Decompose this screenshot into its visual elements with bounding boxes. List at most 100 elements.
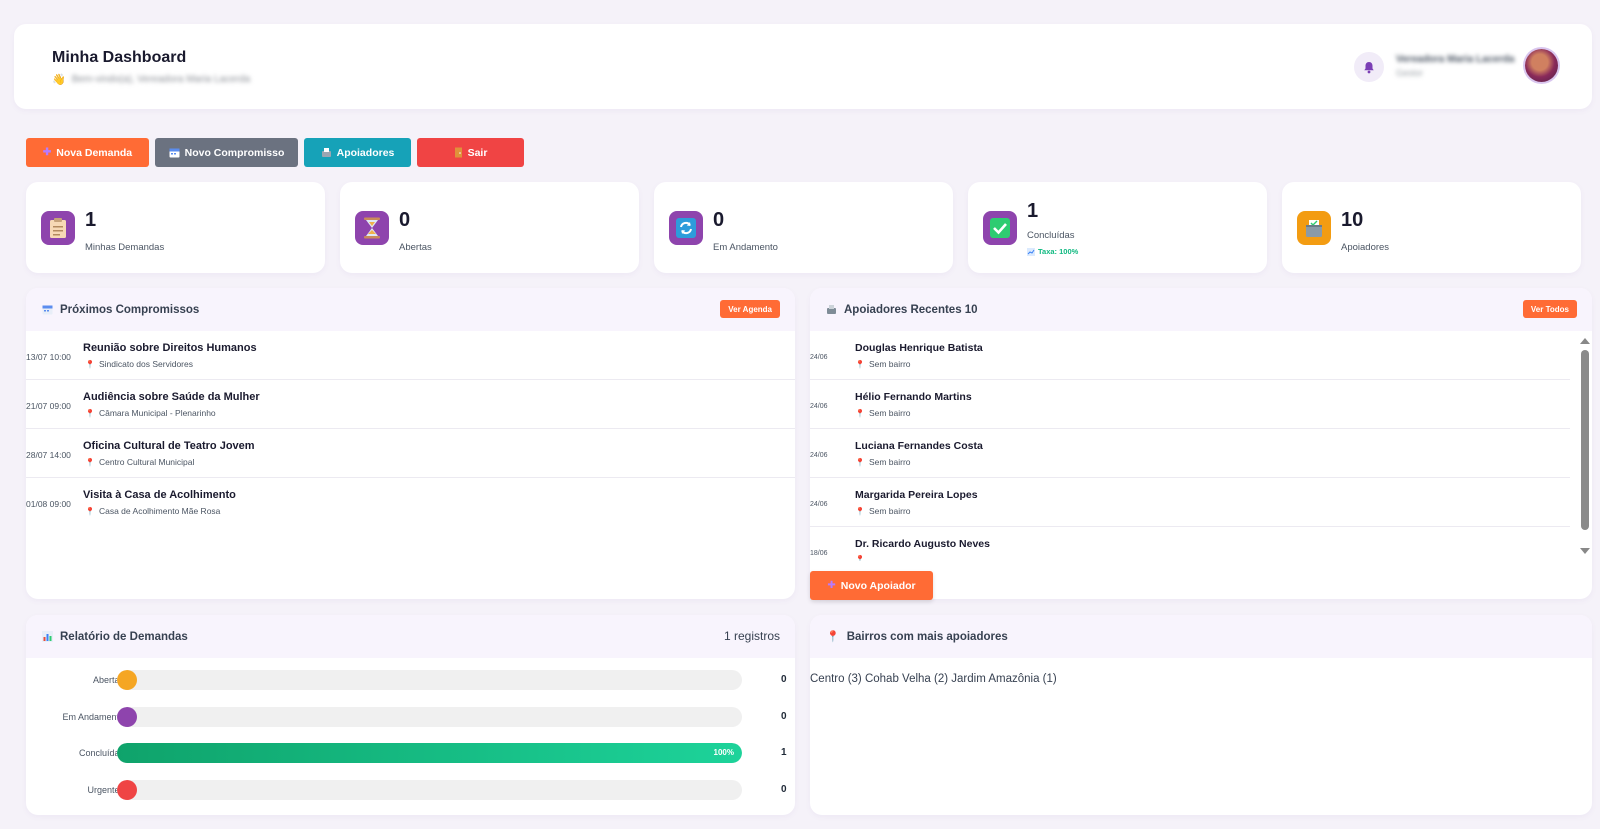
pin-icon: 📍	[855, 408, 865, 418]
list-item[interactable]: 24/06 Douglas Henrique Batista 📍 Sem bair…	[810, 331, 1570, 380]
list-item[interactable]: 24/06 Luciana Fernandes Costa 📍 Sem bairr…	[810, 429, 1570, 478]
pin-icon: 📍	[855, 359, 865, 369]
report-bar-track	[117, 707, 742, 727]
bairro-text: Sem bairro	[868, 506, 911, 516]
dashboard-header: Minha Dashboard 👋 Bem-vindo(a), Vereador…	[14, 24, 1592, 109]
item-bairro: 📍 Sem bairro	[855, 408, 911, 418]
scroll-thumb[interactable]	[1581, 350, 1589, 530]
plus-icon: ✚	[42, 147, 52, 158]
item-title: Visita à Casa de Acolhimento	[83, 489, 236, 501]
item-date: 24/06	[810, 452, 828, 459]
item-title: Oficina Cultural de Teatro Jovem	[83, 440, 255, 452]
stat-label: Em Andamento	[713, 242, 778, 253]
clipboard-icon	[41, 211, 75, 245]
stat-minhas-demandas[interactable]: 1 Minhas Demandas	[26, 182, 325, 273]
hourglass-icon	[355, 211, 389, 245]
item-name: Margarida Pereira Lopes	[855, 489, 978, 501]
stat-abertas[interactable]: 0 Abertas	[340, 182, 639, 273]
ballot-box-icon	[827, 305, 836, 314]
report-bar-track	[117, 780, 742, 800]
avatar[interactable]	[1525, 49, 1558, 82]
item-bairro: 📍 Sem bairro	[855, 359, 911, 369]
apoiadores-list: 24/06 Douglas Henrique Batista 📍 Sem bair…	[810, 331, 1570, 561]
relatorio-header: Relatório de Demandas 1 registros	[26, 615, 795, 658]
scroll-down-icon[interactable]	[1580, 548, 1590, 554]
list-item[interactable]: 28/07 14:00 Oficina Cultural de Teatro J…	[26, 429, 795, 478]
ballot-box-icon	[321, 148, 331, 157]
page-title: Minha Dashboard	[52, 49, 187, 66]
pin-icon: 📍	[855, 457, 865, 467]
refresh-icon	[669, 211, 703, 245]
action-bar: ✚ Nova Demanda Novo Compromisso Apoiador…	[26, 138, 524, 167]
list-item[interactable]: 21/07 09:00 Audiência sobre Saúde da Mul…	[26, 380, 795, 429]
stats-row: 1 Minhas Demandas 0 Abertas 0 Em Andamen…	[26, 182, 1581, 273]
nova-demanda-button[interactable]: ✚ Nova Demanda	[26, 138, 149, 167]
ver-agenda-button[interactable]: Ver Agenda	[720, 300, 780, 318]
plus-icon: ✚	[827, 580, 836, 591]
list-item[interactable]: 24/06 Margarida Pereira Lopes 📍 Sem bairr…	[810, 478, 1570, 527]
pin-icon: 📍	[85, 408, 95, 418]
item-date: 24/06	[810, 403, 828, 410]
novo-apoiador-button[interactable]: ✚ Novo Apoiador	[810, 571, 933, 600]
pin-icon: 📍	[855, 555, 865, 561]
item-bairro: 📍 Sem bairro	[855, 457, 911, 467]
pin-icon: 📍	[85, 506, 95, 516]
novo-compromisso-button[interactable]: Novo Compromisso	[155, 138, 298, 167]
sair-button[interactable]: Sair	[417, 138, 524, 167]
item-date: 13/07 10:00	[26, 352, 71, 362]
bairros-title: Bairros com mais apoiadores	[846, 630, 1008, 643]
stat-concluidas[interactable]: 1 Concluídas Taxa: 100%	[968, 182, 1267, 273]
report-row-value: 0	[781, 674, 787, 685]
report-bar-track	[117, 670, 742, 690]
calendar-icon	[169, 148, 180, 158]
report-bar-fill	[117, 707, 137, 727]
stat-value: 0	[713, 209, 725, 231]
report-bar-track: 100%	[117, 743, 742, 763]
taxa-text: Taxa: 100%	[1038, 247, 1079, 256]
report-row: Urgentes 0	[26, 780, 795, 800]
agenda-header: Próximos Compromissos Ver Agenda	[26, 288, 795, 331]
ver-todos-button[interactable]: Ver Todos	[1522, 300, 1577, 318]
greeting: 👋 Bem-vindo(a), Vereadora Maria Lacerda	[52, 73, 250, 86]
list-item[interactable]: 13/07 10:00 Reunião sobre Direitos Human…	[26, 331, 795, 380]
stat-em-andamento[interactable]: 0 Em Andamento	[654, 182, 953, 273]
list-item[interactable]: 01/08 09:00 Visita à Casa de Acolhimento…	[26, 478, 795, 527]
location-text: Sindicato dos Servidores	[98, 359, 193, 369]
registros-count: 1 registros	[723, 629, 780, 643]
item-date: 01/08 09:00	[26, 499, 71, 509]
calendar-icon	[42, 305, 53, 315]
stat-label: Concluídas	[1027, 230, 1075, 241]
scroll-up-icon[interactable]	[1580, 338, 1590, 344]
item-title: Reunião sobre Direitos Humanos	[83, 342, 257, 354]
apoiadores-title: Apoiadores Recentes 10	[844, 303, 978, 316]
item-name: Luciana Fernandes Costa	[855, 440, 983, 452]
stat-label: Apoiadores	[1341, 242, 1390, 253]
item-location: 📍 Casa de Acolhimento Mãe Rosa	[85, 506, 220, 516]
item-name: Douglas Henrique Batista	[855, 342, 983, 354]
stat-value: 0	[399, 209, 411, 231]
report-row: Abertas 0	[26, 670, 795, 690]
report-row-label: Em Andamento	[62, 712, 124, 722]
item-location: 📍 Câmara Municipal - Plenarinho	[85, 408, 216, 418]
report-bar-fill	[117, 743, 742, 763]
stat-apoiadores[interactable]: 10 Apoiadores	[1282, 182, 1581, 273]
list-item[interactable]: 18/06 Dr. Ricardo Augusto Neves 📍	[810, 527, 1570, 561]
apoiadores-button[interactable]: Apoiadores	[304, 138, 411, 167]
report-bar-fill	[117, 780, 137, 800]
bar-chart-icon	[42, 631, 53, 642]
greeting-text: Bem-vindo(a), Vereadora Maria Lacerda	[71, 74, 251, 85]
item-date: 21/07 09:00	[26, 401, 71, 411]
apoiadores-scrollbar[interactable]	[1580, 336, 1590, 558]
user-info[interactable]: Vereadora Maria Lacerda Gestor	[1396, 54, 1514, 78]
nova-demanda-label: Nova Demanda	[56, 146, 133, 159]
notifications-button[interactable]	[1354, 52, 1384, 82]
relatorio-title: Relatório de Demandas	[60, 630, 188, 643]
bairros-list: Centro (3) Cohab Velha (2) Jardim Amazôn…	[810, 673, 1057, 685]
check-icon	[983, 211, 1017, 245]
stat-label: Abertas	[399, 242, 432, 253]
item-bairro: 📍	[855, 555, 869, 561]
list-item[interactable]: 24/06 Hélio Fernando Martins 📍 Sem bairro	[810, 380, 1570, 429]
bairro-text: Sem bairro	[868, 408, 911, 418]
item-name: Hélio Fernando Martins	[855, 391, 972, 403]
agenda-card: Próximos Compromissos Ver Agenda 13/07 1…	[26, 288, 795, 599]
